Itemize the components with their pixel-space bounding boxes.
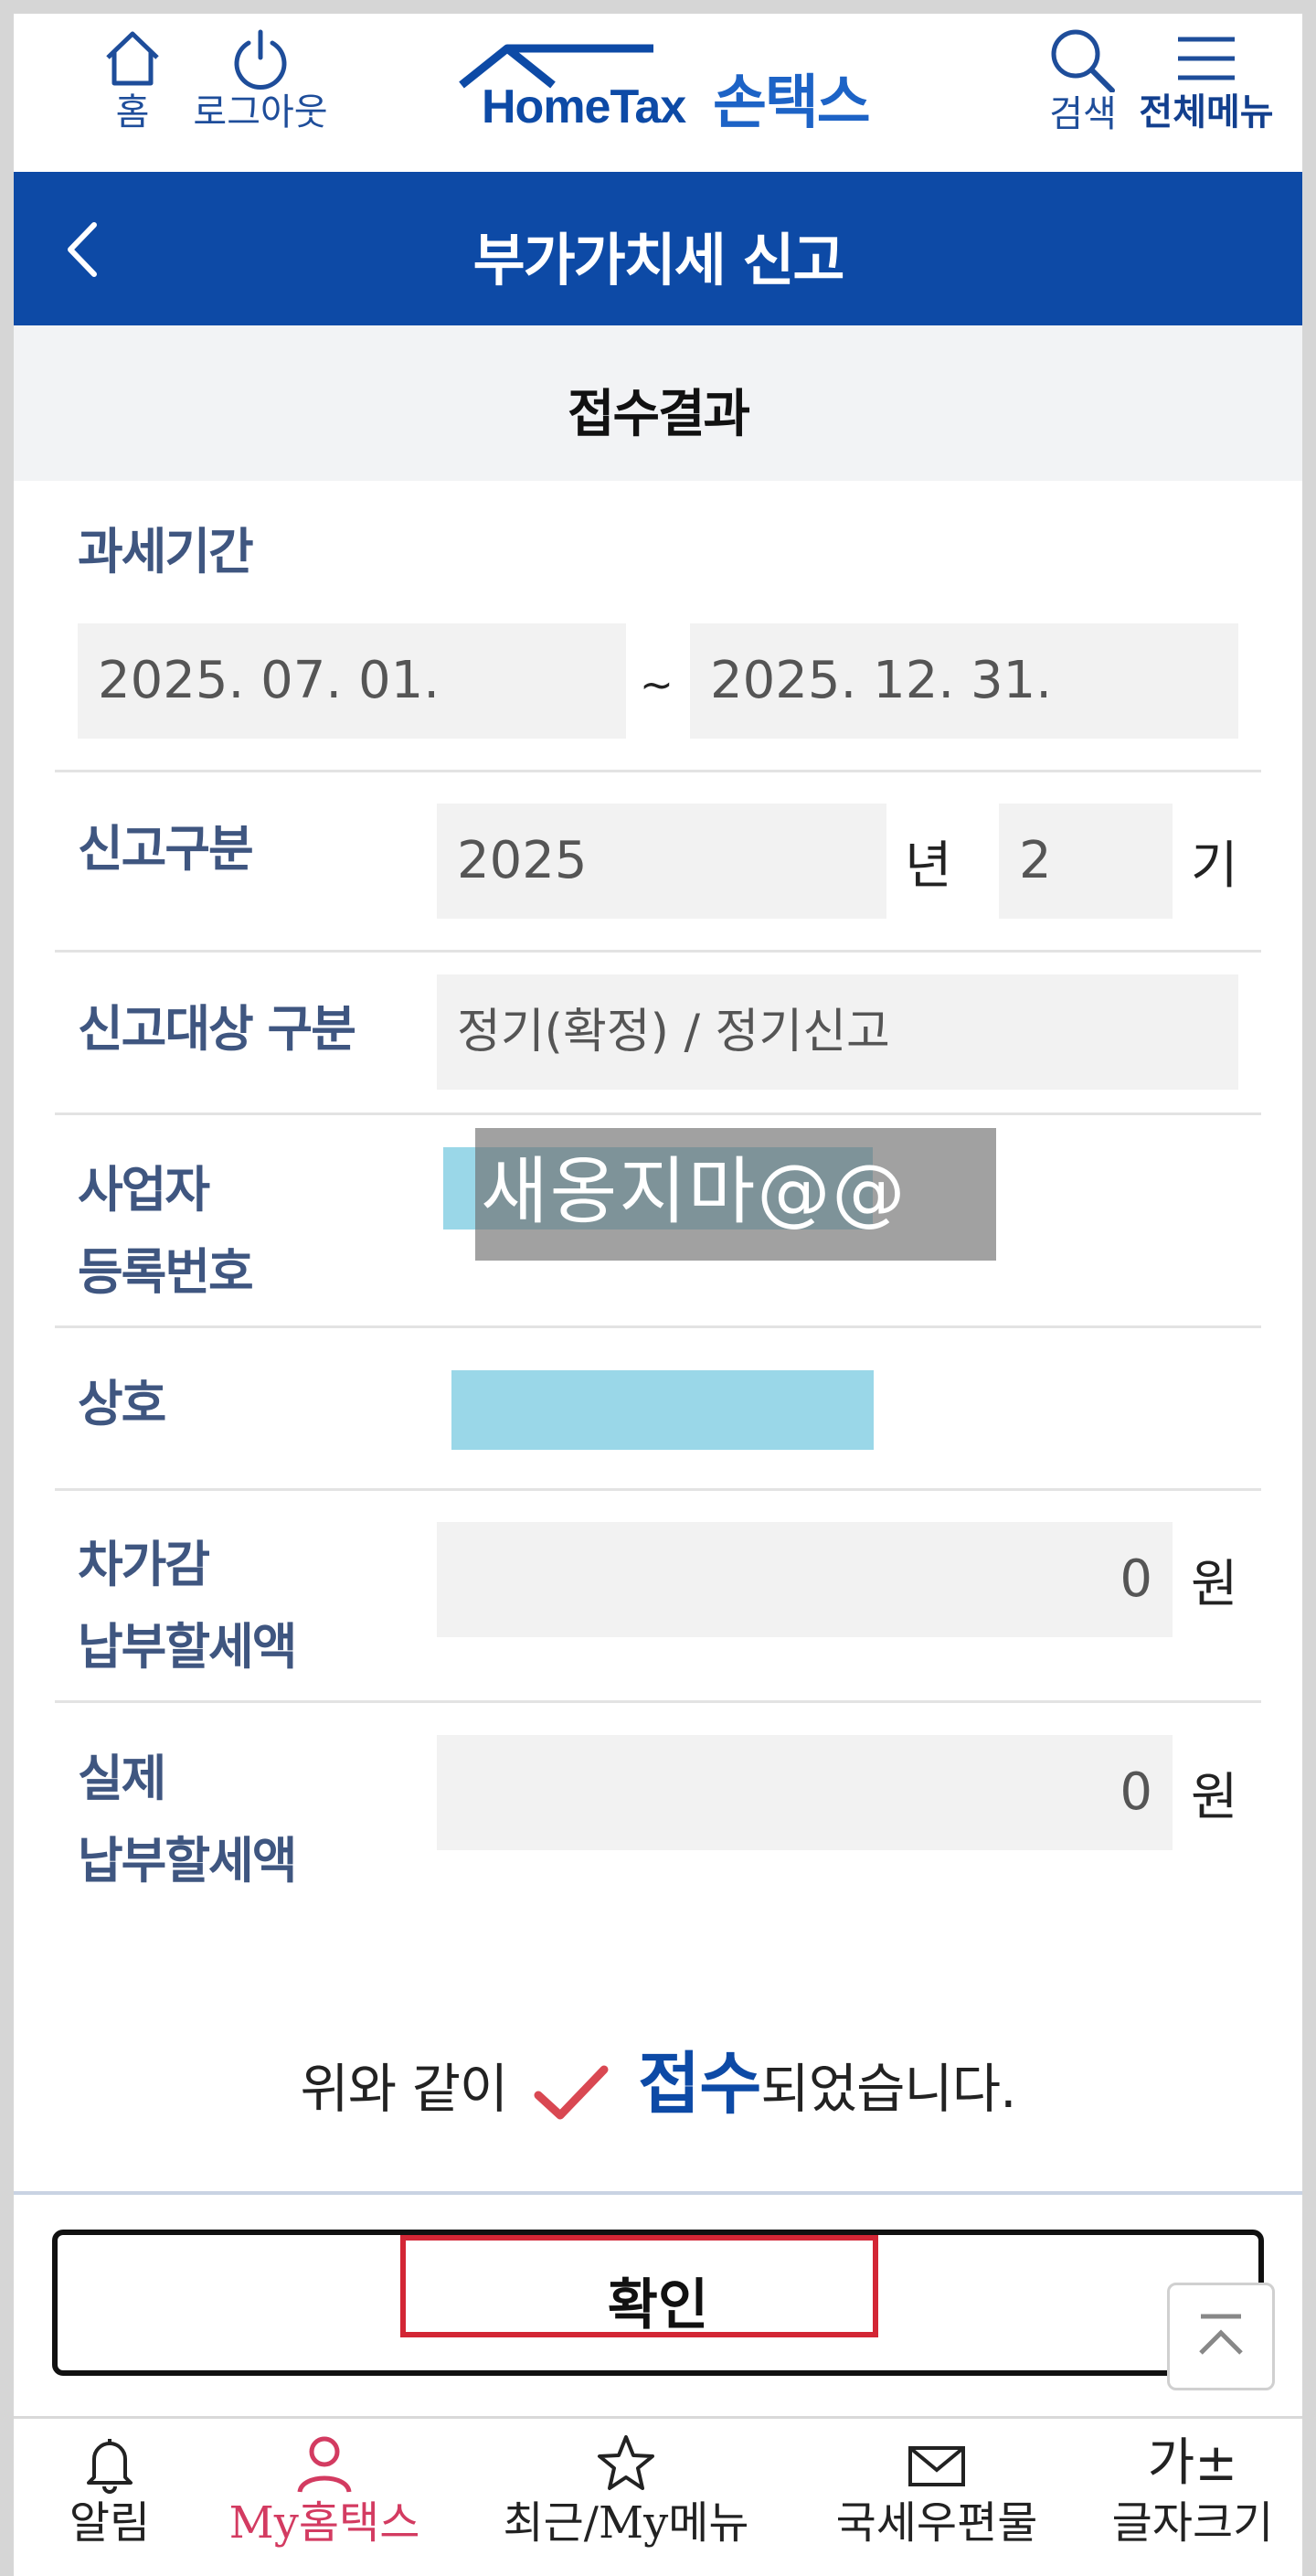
- checkmark-icon: [534, 2065, 609, 2120]
- user-icon: [297, 2436, 352, 2493]
- report-type-label: 신고구분: [78, 820, 254, 878]
- target-field: 정기(확정) / 정기신고: [437, 974, 1238, 1090]
- title-bar: 부가가치세 신고: [14, 172, 1302, 325]
- confirm-button-label: 확인: [607, 2273, 709, 2337]
- confirm-button[interactable]: 확인: [52, 2230, 1264, 2376]
- power-icon: [234, 29, 287, 90]
- section-header: 접수결과: [14, 325, 1302, 481]
- hometax-logo[interactable]: HomeTax 손택스: [452, 39, 891, 140]
- scroll-top-icon: [1199, 2314, 1243, 2355]
- nav-recent-label: 최근/My메뉴: [503, 2497, 749, 2549]
- home-label: 홈: [115, 91, 150, 133]
- nav-font-size-label: 글자크기: [1111, 2497, 1274, 2549]
- scroll-top-button[interactable]: [1167, 2283, 1275, 2390]
- redaction-block: [448, 1367, 877, 1453]
- logo-sub-text: 손택스: [713, 69, 871, 137]
- envelope-icon: [908, 2446, 965, 2486]
- nav-alert-label: 알림: [69, 2497, 151, 2549]
- hamburger-menu-icon: [1178, 37, 1235, 80]
- year-unit: 년: [905, 836, 952, 896]
- period-end-field: 2025. 12. 31.: [690, 623, 1238, 739]
- divider: [55, 1488, 1261, 1491]
- nav-post-label: 국세우편물: [835, 2497, 1038, 2549]
- nav-font-size[interactable]: 가± 글자크기: [1083, 2432, 1302, 2550]
- bottom-nav: 알림 My홈택스 최근/My메뉴 국세우편물 가± 글자크기: [14, 2416, 1302, 2576]
- section-title: 접수결과: [567, 385, 750, 444]
- report-term-field: 2: [999, 804, 1173, 919]
- all-menu-label: 전체메뉴: [1139, 91, 1274, 133]
- deduct-label-line1: 차가감: [78, 1536, 210, 1593]
- report-year-field: 2025: [437, 804, 886, 919]
- bizno-label-line1: 사업자: [78, 1161, 210, 1219]
- logout-label: 로그아웃: [193, 91, 328, 133]
- divider: [55, 950, 1261, 953]
- home-icon: [106, 31, 159, 86]
- search-icon: [1051, 29, 1115, 92]
- divider: [55, 770, 1261, 772]
- top-header: 홈 로그아웃 HomeTax 손택스 검색 전체메뉴: [14, 14, 1302, 172]
- watermark-text: 새옹지마@@: [475, 1128, 996, 1261]
- divider: [55, 1700, 1261, 1703]
- nav-recent[interactable]: 최근/My메뉴: [480, 2432, 772, 2550]
- confirm-message: 위와 같이 접수되었습니다.: [14, 2029, 1302, 2127]
- actual-label-line1: 실제: [78, 1750, 166, 1807]
- star-icon: [598, 2435, 654, 2490]
- divider: [55, 1325, 1261, 1328]
- period-label: 과세기간: [78, 523, 254, 580]
- nav-my-hometax[interactable]: My홈택스: [206, 2432, 443, 2550]
- period-tilde: ~: [640, 662, 674, 708]
- nav-post[interactable]: 국세우편물: [800, 2432, 1074, 2550]
- page-title: 부가가치세 신고: [472, 227, 845, 293]
- home-button[interactable]: 홈: [87, 27, 178, 134]
- period-start-field: 2025. 07. 01.: [78, 623, 626, 739]
- all-menu-button[interactable]: 전체메뉴: [1120, 27, 1293, 134]
- target-label: 신고대상 구분: [78, 1000, 356, 1058]
- deduct-tax-field: 0: [437, 1522, 1173, 1637]
- logout-button[interactable]: 로그아웃: [169, 27, 352, 134]
- font-size-icon: 가±: [1147, 2433, 1238, 2493]
- deduct-unit: 원: [1191, 1555, 1238, 1614]
- term-unit: 기: [1191, 836, 1238, 896]
- nav-alert[interactable]: 알림: [32, 2432, 187, 2550]
- divider: [55, 1112, 1261, 1115]
- logo-text: HomeTax: [482, 80, 686, 133]
- message-prefix: 위와 같이: [300, 2058, 508, 2120]
- bell-icon: [87, 2439, 133, 2494]
- actual-label-line2: 납부할세액: [78, 1832, 297, 1889]
- bizno-label-line2: 등록번호: [78, 1243, 254, 1301]
- message-suffix: 되었습니다.: [760, 2058, 1016, 2120]
- company-label: 상호: [78, 1375, 166, 1432]
- divider: [14, 2191, 1302, 2195]
- message-strong: 접수: [638, 2045, 761, 2124]
- actual-unit: 원: [1191, 1768, 1238, 1827]
- actual-tax-field: 0: [437, 1735, 1173, 1850]
- nav-my-hometax-label: My홈택스: [228, 2497, 420, 2549]
- phone-screen: 홈 로그아웃 HomeTax 손택스 검색 전체메뉴 부가가치세 신고 접수결과…: [14, 14, 1302, 2576]
- deduct-label-line2: 납부할세액: [78, 1618, 297, 1676]
